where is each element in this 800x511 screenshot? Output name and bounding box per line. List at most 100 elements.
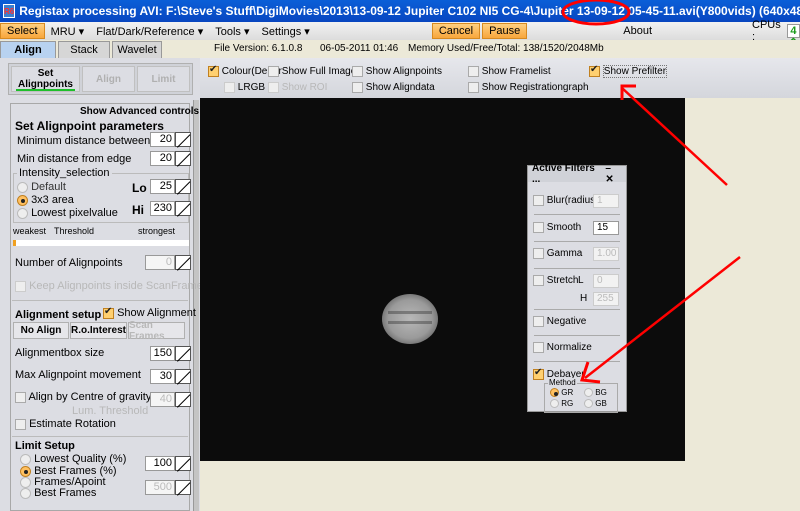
gamma-checkbox[interactable]: Gamma — [533, 248, 582, 259]
tools-menu[interactable]: Tools ▾ — [209, 23, 255, 39]
best-frames-pct-spinner[interactable]: 100 — [145, 456, 191, 471]
stretch-h-spinner[interactable]: 255 — [593, 292, 619, 306]
frames-spinner[interactable]: 500 — [145, 480, 191, 495]
spin-arrows-icon[interactable] — [175, 369, 191, 384]
close-icon[interactable]: ✕ — [605, 174, 613, 185]
alignmentbox-size-spinner[interactable]: 150 — [150, 346, 192, 361]
max-movement-spinner[interactable]: 30 — [150, 369, 192, 384]
spin-arrows-icon[interactable] — [175, 132, 191, 147]
show-framelist-checkbox[interactable]: Show Framelist — [468, 66, 551, 77]
strongest-label: strongest — [138, 226, 176, 236]
stretch-l-label: L — [578, 275, 584, 286]
radio-lowest-quality[interactable]: Lowest Quality (%) — [20, 453, 126, 465]
negative-checkbox[interactable]: Negative — [533, 316, 586, 327]
smooth-checkbox[interactable]: Smooth — [533, 222, 581, 233]
edge-distance-label: Min distance from edge — [17, 153, 132, 165]
spin-arrows-icon[interactable] — [175, 179, 191, 194]
settings-menu[interactable]: Settings ▾ — [256, 23, 316, 39]
show-aligndata-checkbox[interactable]: Show Aligndata — [352, 82, 435, 93]
threshold-slider-thumb[interactable] — [13, 240, 16, 246]
lrgb-checkbox[interactable]: LRGB — [224, 82, 265, 93]
tab-stack[interactable]: Stack — [58, 41, 110, 58]
cpus-spinner[interactable]: 4 ⇕ — [786, 24, 800, 49]
divider — [534, 268, 620, 269]
limit-setup-title: Limit Setup — [15, 440, 75, 452]
show-full-image-checkbox[interactable]: Show Full Image — [268, 66, 356, 77]
radio-gb[interactable]: GB — [584, 399, 607, 409]
spin-arrows-icon[interactable] — [175, 201, 191, 216]
show-alignment-checkbox[interactable]: Show Alignment — [103, 306, 196, 319]
lum-threshold-label: Lum. Threshold — [72, 405, 149, 417]
scan-frames-button[interactable]: Scan Frames — [128, 320, 185, 342]
normalize-checkbox[interactable]: Normalize — [533, 342, 592, 353]
mru-menu[interactable]: MRU ▾ — [45, 23, 91, 39]
subtab-set-alignpoints[interactable]: Set Alignpoints — [11, 66, 80, 92]
divider — [534, 214, 620, 215]
spin-arrows-icon[interactable] — [175, 456, 191, 471]
select-button[interactable]: Select — [0, 23, 45, 39]
radio-bg[interactable]: BG — [584, 388, 607, 398]
roi-button[interactable]: R.o.Interest — [70, 322, 127, 339]
centre-of-gravity-spinner[interactable]: 40 — [150, 392, 192, 407]
divider — [534, 309, 620, 310]
subtab-align[interactable]: Align — [82, 66, 135, 92]
subtab-limit[interactable]: Limit — [137, 66, 190, 92]
alignment-setup-title: Alignment setup — [15, 309, 102, 321]
show-advanced-controls[interactable]: Show Advanced controls — [80, 106, 199, 117]
radio-3x3-area[interactable]: 3x3 area — [17, 194, 74, 206]
memory-info: Memory Used/Free/Total: 138/1520/2048Mb — [408, 43, 604, 54]
flat-dark-reference-menu[interactable]: Flat/Dark/Reference ▾ — [90, 23, 209, 39]
tab-align[interactable]: Align — [0, 41, 56, 58]
show-registrationgraph-checkbox[interactable]: Show Registrationgraph — [468, 82, 589, 93]
divider — [12, 436, 188, 437]
stretch-checkbox[interactable]: Stretch — [533, 275, 578, 286]
radio-default[interactable]: Default — [17, 181, 66, 193]
filters-title-bar[interactable]: Active Filters ... – ✕ — [528, 163, 626, 185]
stretch-l-spinner[interactable]: 0 — [593, 274, 619, 288]
smooth-spinner[interactable]: 15 — [593, 221, 619, 235]
planet-band — [388, 321, 432, 324]
file-version: File Version: 6.1.0.8 — [214, 43, 303, 54]
bottom-background — [200, 461, 685, 511]
no-align-button[interactable]: No Align — [13, 322, 69, 339]
app-icon: R6 — [3, 4, 16, 18]
keep-alignpoints-checkbox[interactable]: Keep Alignpoints inside ScanFrame — [15, 280, 203, 292]
spin-arrows-icon[interactable] — [175, 346, 191, 361]
active-filters-window: Active Filters ... – ✕ Blur(radius) 1 Smo… — [527, 163, 627, 413]
radio-gr[interactable]: GR — [550, 388, 573, 398]
min-distance-spinner[interactable]: 20 — [150, 132, 192, 147]
centre-of-gravity-checkbox[interactable]: Align by Centre of gravity — [15, 391, 151, 403]
threshold-slider[interactable] — [13, 240, 189, 246]
alignpoint-params-title: Set Alignpoint parameters — [15, 119, 164, 133]
lo-spinner[interactable]: 25 — [150, 179, 192, 194]
title-bar: R6 Registax processing AVI: F:\Steve's S… — [0, 0, 800, 22]
panel-scrollbar[interactable] — [193, 100, 199, 511]
estimate-rotation-checkbox[interactable]: Estimate Rotation — [15, 418, 116, 430]
method-label: Method — [548, 378, 577, 387]
pause-button[interactable]: Pause — [482, 23, 528, 39]
divider — [534, 241, 620, 242]
show-alignpoints-checkbox[interactable]: Show Alignpoints — [352, 66, 442, 77]
radio-best-frames[interactable]: Best Frames — [20, 487, 96, 499]
lo-label: Lo — [132, 181, 147, 195]
blur-spinner[interactable]: 1 — [593, 194, 619, 208]
radio-lowest-pixelvalue[interactable]: Lowest pixelvalue — [17, 207, 118, 219]
intensity-label: Intensity_selection — [17, 167, 112, 179]
hi-spinner[interactable]: 230 — [150, 201, 192, 216]
gamma-spinner[interactable]: 1.00 — [593, 247, 619, 261]
edge-distance-spinner[interactable]: 20 — [150, 151, 192, 166]
hi-label: Hi — [132, 203, 144, 217]
cancel-button[interactable]: Cancel — [431, 23, 481, 39]
about-button[interactable]: About — [617, 23, 658, 39]
show-prefilter-checkbox[interactable]: Show Prefilter — [589, 64, 668, 79]
tab-wavelet[interactable]: Wavelet — [112, 41, 162, 58]
spin-arrows-icon[interactable] — [175, 480, 191, 495]
radio-rg[interactable]: RG — [550, 399, 573, 409]
num-alignpoints-spinner[interactable]: 0 — [145, 255, 191, 270]
blur-checkbox[interactable]: Blur(radius) — [533, 195, 598, 206]
minimize-icon[interactable]: – — [605, 163, 611, 174]
spin-arrows-icon[interactable] — [175, 392, 191, 407]
spin-arrows-icon[interactable] — [175, 151, 191, 166]
show-roi-checkbox[interactable]: Show ROI — [268, 82, 327, 93]
spin-arrows-icon[interactable] — [175, 255, 191, 270]
